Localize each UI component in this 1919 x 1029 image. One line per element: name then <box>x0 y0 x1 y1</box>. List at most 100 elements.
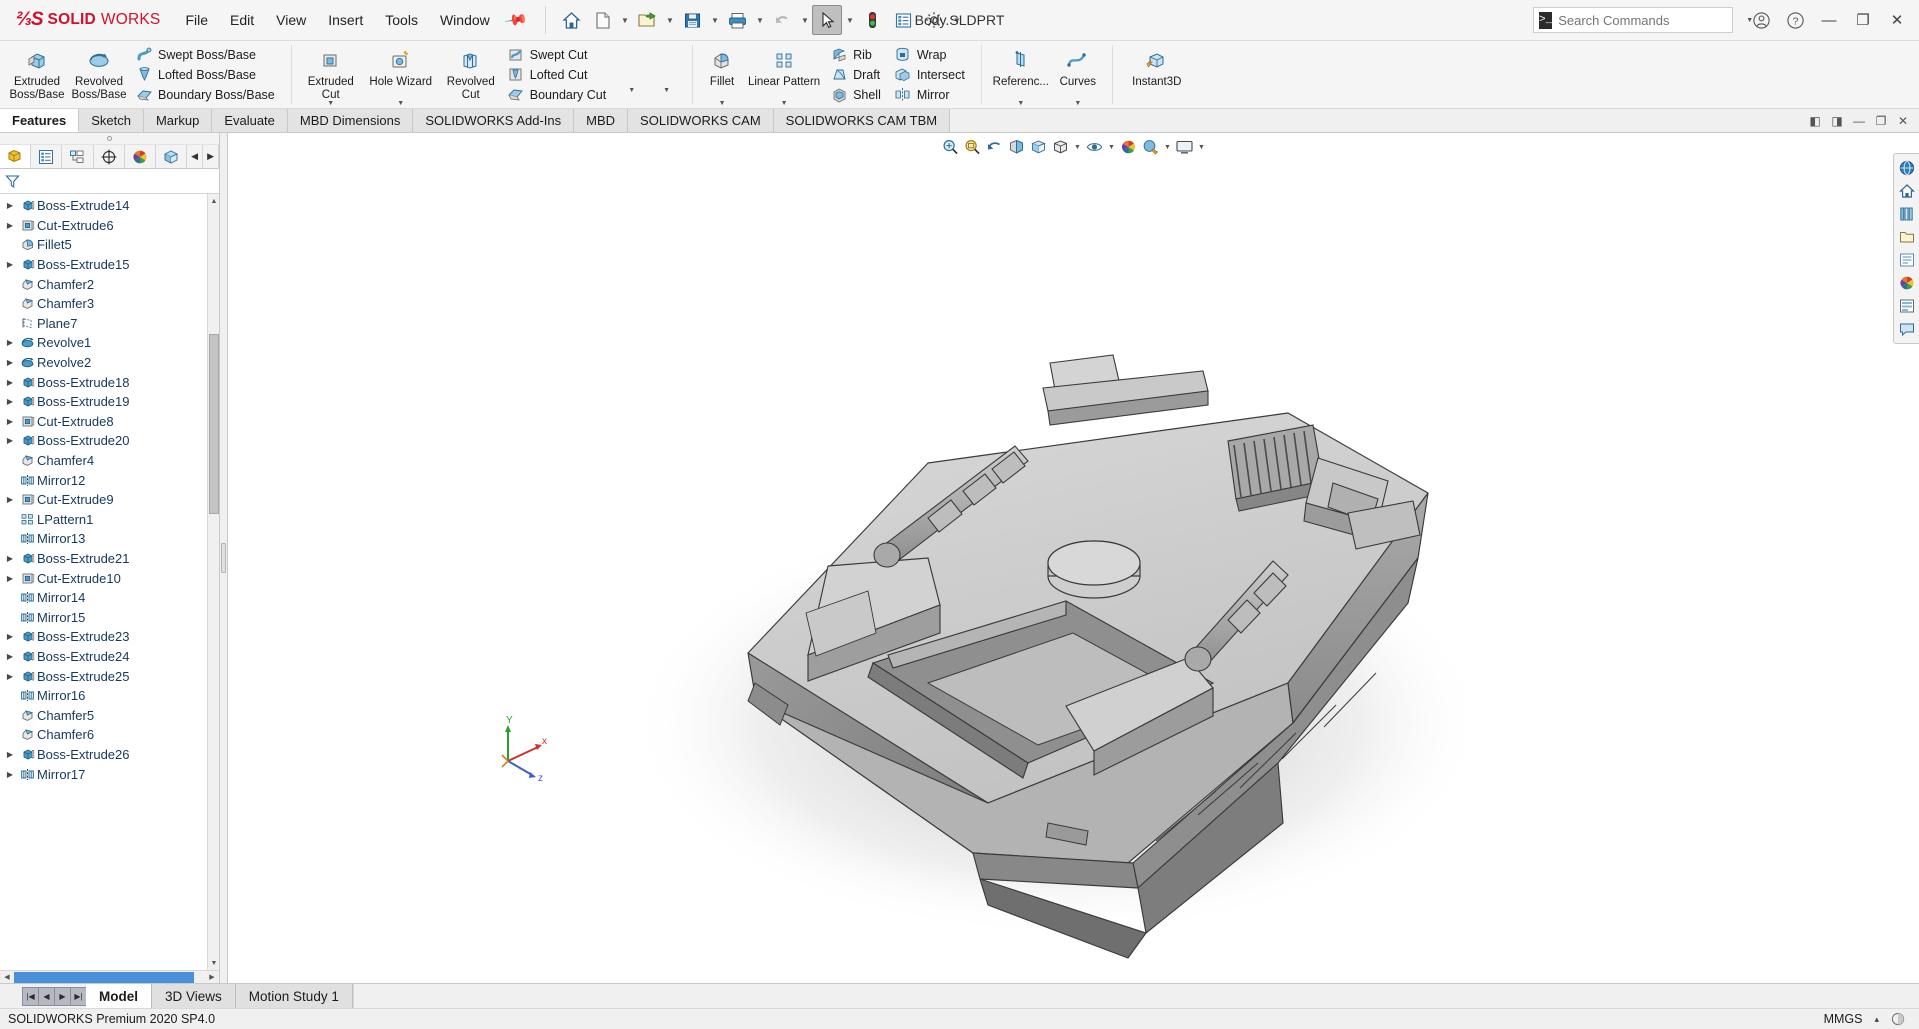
expand-arrow-icon[interactable]: ▶ <box>3 436 17 445</box>
first-tab-button[interactable]: |◀ <box>22 986 39 1006</box>
menu-file[interactable]: File <box>174 8 219 32</box>
tab-solidworks-cam[interactable]: SOLIDWORKS CAM <box>628 109 774 132</box>
expand-arrow-icon[interactable]: ▶ <box>3 338 17 347</box>
hole-wizard-caret-icon[interactable]: ▼ <box>397 100 404 107</box>
menu-tools[interactable]: Tools <box>374 8 429 32</box>
fillet-button[interactable]: Fillet ▼ <box>701 41 743 108</box>
expand-arrow-icon[interactable]: ▶ <box>3 750 17 759</box>
tab-solidworks-cam-tbm[interactable]: SOLIDWORKS CAM TBM <box>773 109 951 132</box>
menu-edit[interactable]: Edit <box>219 8 265 32</box>
pin-icon[interactable]: 📌 <box>503 7 529 33</box>
tree-item-chamfer3[interactable]: Chamfer3 <box>0 294 219 314</box>
curves-caret-icon[interactable]: ▼ <box>1074 100 1081 107</box>
mirror-button[interactable]: Mirror <box>891 85 971 105</box>
tree-item-mirror14[interactable]: Mirror14 <box>0 588 219 608</box>
reference-geometry-caret-icon[interactable]: ▼ <box>1017 100 1024 107</box>
tree-hscroll-thumb[interactable] <box>14 971 194 983</box>
wrap-button[interactable]: Wrap <box>891 45 971 65</box>
editing-part-icon[interactable] <box>1891 1012 1905 1026</box>
appearances-sphere-icon[interactable] <box>1896 272 1918 294</box>
new-document-icon[interactable] <box>587 5 617 35</box>
bottom-tab-model[interactable]: Model <box>86 984 152 1008</box>
restore-doc-button[interactable]: ❐ <box>1871 110 1891 132</box>
tab-features[interactable]: Features <box>0 109 80 132</box>
hide-show-caret-icon[interactable]: ▼ <box>1106 136 1117 158</box>
dimxpert-manager-tab[interactable] <box>94 145 125 168</box>
view-settings-icon[interactable] <box>1174 136 1195 158</box>
expand-arrow-icon[interactable]: ▶ <box>3 770 17 779</box>
next-tab-button[interactable]: ▶ <box>54 986 71 1006</box>
appearances-home-icon[interactable] <box>1896 180 1918 202</box>
view-orientation-icon[interactable] <box>1028 136 1049 158</box>
menu-insert[interactable]: Insert <box>317 8 374 32</box>
options-caret-icon[interactable]: ▼ <box>950 5 963 35</box>
rib-button[interactable]: Rib <box>827 45 887 65</box>
tab-solidworks-add-ins[interactable]: SOLIDWORKS Add-Ins <box>413 109 575 132</box>
solidworks-forum-icon[interactable] <box>1896 318 1918 340</box>
feature-tree-filter[interactable] <box>0 169 219 194</box>
bottom-tab-3d-views[interactable]: 3D Views <box>152 984 236 1008</box>
hole-wizard-button[interactable]: Hole Wizard ▼ <box>362 41 440 108</box>
boundary-boss-base-button[interactable]: Boundary Boss/Base <box>132 85 281 105</box>
tree-item-plane7[interactable]: Plane7 <box>0 314 219 334</box>
expand-arrow-icon[interactable]: ▶ <box>3 632 17 641</box>
apply-scene-icon[interactable] <box>1140 136 1161 158</box>
bottom-tab-motion-study-1[interactable]: Motion Study 1 <box>235 984 353 1008</box>
tree-scroll-up-arrow-icon[interactable]: ▲ <box>208 194 219 208</box>
tree-item-cut-extrude9[interactable]: ▶ Cut-Extrude9 <box>0 490 219 510</box>
menu-view[interactable]: View <box>265 8 317 32</box>
undo-icon[interactable] <box>767 5 797 35</box>
open-folder-caret-icon[interactable]: ▼ <box>663 5 676 35</box>
new-document-caret-icon[interactable]: ▼ <box>618 5 631 35</box>
search-input[interactable] <box>1558 12 1735 28</box>
tree-item-cut-extrude10[interactable]: ▶ Cut-Extrude10 <box>0 568 219 588</box>
tree-item-boss-extrude14[interactable]: ▶ Boss-Extrude14 <box>0 196 219 216</box>
account-icon[interactable] <box>1745 5 1777 35</box>
expand-arrow-icon[interactable]: ▶ <box>3 652 17 661</box>
units-caret-icon[interactable]: ▴ <box>1874 1014 1879 1025</box>
tree-item-boss-extrude21[interactable]: ▶ Boss-Extrude21 <box>0 549 219 569</box>
instant3d-button[interactable]: Instant3D <box>1121 41 1193 108</box>
feature-tree-tab[interactable] <box>0 145 32 168</box>
boundary-cut-button[interactable]: Boundary Cut <box>504 85 612 105</box>
tree-scroll-left-arrow-icon[interactable]: ◀ <box>0 971 14 984</box>
zoom-to-fit-icon[interactable] <box>940 136 961 158</box>
linear-pattern-button[interactable]: Linear Pattern ▼ <box>743 41 825 108</box>
tree-item-boss-extrude18[interactable]: ▶ Boss-Extrude18 <box>0 372 219 392</box>
search-commands-box[interactable]: >_ ▼ <box>1533 7 1753 33</box>
tree-item-mirror13[interactable]: Mirror13 <box>0 529 219 549</box>
file-explorer-icon[interactable] <box>1896 226 1918 248</box>
feature-tree-vertical-scrollbar[interactable]: ▲ ▼ <box>207 194 219 970</box>
swept-boss-base-button[interactable]: Swept Boss/Base <box>132 45 281 65</box>
model-3d-view[interactable] <box>228 163 1868 983</box>
extruded-boss-base-button[interactable]: Extruded Boss/Base <box>6 41 68 108</box>
design-library-icon[interactable] <box>1896 203 1918 225</box>
tree-item-boss-extrude20[interactable]: ▶ Boss-Extrude20 <box>0 431 219 451</box>
fillet-caret-icon[interactable]: ▼ <box>719 100 726 107</box>
lofted-cut-button[interactable]: Lofted Cut <box>504 65 612 85</box>
extruded-cut-caret-icon[interactable]: ▼ <box>327 100 334 107</box>
rebuild-traffic-light-icon[interactable] <box>857 5 887 35</box>
intersect-button[interactable]: Intersect <box>891 65 971 85</box>
print-caret-icon[interactable]: ▼ <box>753 5 766 35</box>
tree-item-chamfer2[interactable]: Chamfer2 <box>0 274 219 294</box>
expand-arrow-icon[interactable]: ▶ <box>3 260 17 269</box>
cut-group-caret-2-icon[interactable]: ▼ <box>649 87 684 94</box>
extruded-cut-button[interactable]: Extruded Cut ▼ <box>300 41 362 108</box>
display-style-icon[interactable] <box>1050 136 1071 158</box>
feature-tree-filter-input[interactable] <box>25 174 214 188</box>
help-icon[interactable]: ? <box>1779 5 1811 35</box>
hide-show-items-icon[interactable] <box>1084 136 1105 158</box>
cut-group-caret-1-icon[interactable]: ▼ <box>614 87 649 94</box>
expand-arrow-icon[interactable]: ▶ <box>3 672 17 681</box>
gear-options-icon[interactable] <box>919 5 949 35</box>
menu-window[interactable]: Window <box>429 8 501 32</box>
minimize-button[interactable]: — <box>1813 5 1845 35</box>
tree-item-cut-extrude8[interactable]: ▶ Cut-Extrude8 <box>0 412 219 432</box>
save-icon[interactable] <box>677 5 707 35</box>
tree-item-boss-extrude15[interactable]: ▶ Boss-Extrude15 <box>0 255 219 275</box>
lofted-boss-base-button[interactable]: Lofted Boss/Base <box>132 65 281 85</box>
tab-sketch[interactable]: Sketch <box>79 109 144 132</box>
tree-item-chamfer6[interactable]: Chamfer6 <box>0 725 219 745</box>
tab-mbd[interactable]: MBD <box>574 109 629 132</box>
